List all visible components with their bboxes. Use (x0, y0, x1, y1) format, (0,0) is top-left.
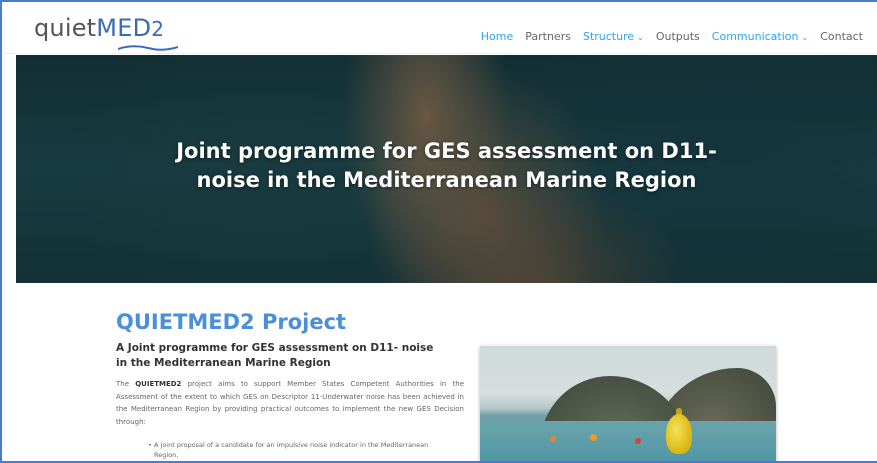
chevron-down-icon: ⌄ (637, 33, 644, 42)
nav-outputs-label: Outputs (655, 30, 700, 43)
browser-frame: quietMED2 Home Partners Structure ⌄ Outpu… (0, 0, 877, 463)
list-item: • A joint proposal of a candidate for an… (148, 441, 434, 460)
site-logo[interactable]: quietMED2 (34, 14, 178, 51)
hero-title: Joint programme for GES assessment on D1… (16, 137, 877, 195)
description-prefix: The (116, 380, 136, 388)
project-image (480, 346, 776, 461)
nav-partners[interactable]: Partners (519, 30, 577, 43)
nav-home[interactable]: Home (475, 30, 519, 43)
nav-structure[interactable]: Structure ⌄ (577, 30, 650, 43)
logo-quiet: quiet (34, 14, 97, 42)
project-title: QUIETMED2 Project (116, 310, 347, 334)
list-item-text: A joint proposal of a candidate for an i… (154, 441, 429, 459)
nav-contact-label: Contact (820, 30, 863, 43)
logo-med: MED (96, 14, 152, 42)
image-float (590, 434, 597, 441)
main-nav: Home Partners Structure ⌄ Outputs Communi… (475, 30, 869, 43)
bullet-icon: • (148, 441, 152, 449)
nav-outputs[interactable]: Outputs (650, 30, 706, 43)
project-subtitle: A Joint programme for GES assessment on … (116, 342, 434, 369)
nav-partners-label: Partners (525, 30, 571, 43)
hero-title-line2: noise in the Mediterranean Marine Region (196, 168, 697, 192)
logo-number: 2 (151, 17, 165, 41)
nav-contact[interactable]: Contact (814, 30, 869, 43)
nav-structure-label: Structure (582, 30, 635, 43)
image-float (635, 438, 641, 444)
nav-home-label: Home (480, 30, 514, 43)
logo-wave-icon (118, 45, 178, 51)
project-description: The QUIETMED2 project aims to support Me… (116, 378, 464, 428)
hero-title-line1: Joint programme for GES assessment on D1… (176, 139, 717, 163)
nav-communication[interactable]: Communication ⌄ (706, 30, 814, 43)
main-content: QUIETMED2 Project A Joint programme for … (4, 283, 877, 461)
hero-banner: Joint programme for GES assessment on D1… (16, 55, 877, 283)
image-sea (480, 421, 776, 461)
logo-text: quietMED2 (34, 14, 164, 42)
image-buoy (666, 414, 692, 454)
image-float (550, 436, 556, 442)
site-header: quietMED2 Home Partners Structure ⌄ Outpu… (4, 4, 877, 54)
chevron-down-icon: ⌄ (801, 33, 809, 42)
description-bold: QUIETMED2 (135, 380, 182, 388)
nav-communication-label: Communication (711, 30, 799, 43)
